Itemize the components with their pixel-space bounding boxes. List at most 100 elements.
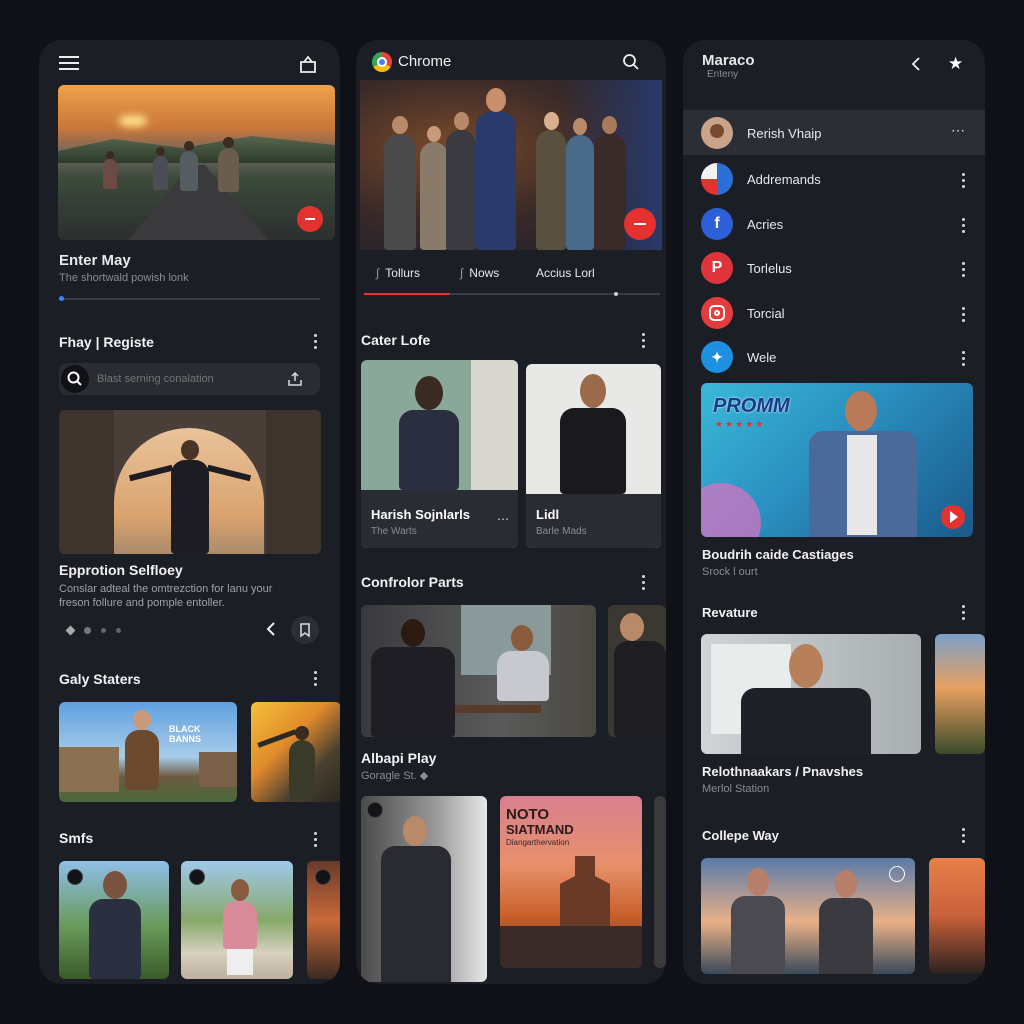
twitter-icon: ✦ <box>701 341 733 373</box>
tab-accius-lorl[interactable]: Accius Lorl <box>536 266 595 280</box>
header-subtitle: Enteny <box>707 69 739 80</box>
tab-tollurs[interactable]: ∫ Tollurs <box>376 266 420 280</box>
middle-panel: Chrome ∫ Tollurs ∫ Nows Accius Lorl Cater … <box>356 40 666 984</box>
hero-image[interactable] <box>360 80 662 250</box>
more-icon[interactable] <box>962 351 966 367</box>
poster-title-line2: SIATMAND <box>506 822 574 837</box>
movie-poster[interactable]: NOTO SIATMAND Diangarthervation <box>500 796 642 968</box>
chevron-left-icon[interactable] <box>265 622 277 636</box>
list-item-label: Torcial <box>747 306 785 321</box>
more-icon[interactable] <box>962 307 966 323</box>
more-icon[interactable] <box>314 832 318 848</box>
bookmark-button[interactable] <box>291 616 319 644</box>
promo-brand: PROMM <box>713 395 790 417</box>
more-icon[interactable]: ⋯ <box>951 122 965 139</box>
card-subtitle: The Warts <box>371 526 417 537</box>
more-icon[interactable] <box>314 671 318 687</box>
card-text: BLACK BANNS <box>169 724 202 744</box>
right-panel: Maraco Enteny ★ Rerish Vhaip ⋯ Addremand… <box>683 40 985 984</box>
carousel-dots[interactable] <box>65 625 121 636</box>
video-thumbnail[interactable] <box>608 605 666 737</box>
tab-underline <box>364 292 660 296</box>
list-item[interactable]: Addremands <box>683 158 985 203</box>
list-item[interactable]: Rerish Vhaip ⋯ <box>683 110 985 155</box>
card-title: Relothnaakars / Pnavshes <box>702 764 864 779</box>
more-icon[interactable] <box>962 605 966 621</box>
thumbnail-card[interactable] <box>307 861 340 979</box>
list-item-label: Rerish Vhaip <box>747 126 822 141</box>
person-card[interactable]: Lidl Barle Mads <box>526 364 661 548</box>
video-thumbnail[interactable] <box>701 858 915 974</box>
section-title: Cater Lofe <box>361 332 431 348</box>
more-icon[interactable] <box>962 828 966 844</box>
poster-subtitle: Diangarthervation <box>506 838 570 847</box>
info-icon[interactable] <box>889 866 905 882</box>
section-title: Revature <box>702 605 758 620</box>
tab-nows[interactable]: ∫ Nows <box>460 266 499 280</box>
list-item[interactable]: P Torlelus <box>683 247 985 292</box>
list-item-label: Addremands <box>747 172 821 187</box>
hero-subtitle: The shortwald powish lonk <box>59 272 189 284</box>
more-icon[interactable] <box>642 575 646 591</box>
video-thumbnail[interactable] <box>935 634 985 754</box>
section-title: Galy Staters <box>59 671 141 687</box>
search-icon[interactable] <box>61 365 89 393</box>
menu-icon[interactable] <box>59 56 79 70</box>
pinterest-icon: P <box>701 252 733 284</box>
more-icon[interactable] <box>642 333 646 349</box>
feature-desc-line2: freson follure and pomple entoller. <box>59 597 225 609</box>
movie-poster[interactable] <box>654 796 666 968</box>
search-icon[interactable] <box>622 53 640 71</box>
section-title: Collepe Way <box>702 828 779 843</box>
more-icon[interactable] <box>962 262 966 278</box>
more-icon[interactable]: ⋯ <box>497 512 509 526</box>
section-subtitle: Goragle St. ◆ <box>361 770 429 782</box>
list-item[interactable]: ✦ Wele <box>683 336 985 381</box>
more-icon[interactable] <box>314 334 318 350</box>
tab-label: Nows <box>469 266 500 280</box>
search-bar[interactable] <box>59 363 320 395</box>
star-icon[interactable]: ★ <box>948 54 963 74</box>
video-thumbnail[interactable] <box>929 858 985 974</box>
video-thumbnail[interactable] <box>701 634 921 754</box>
card-subtitle: Merlol Station <box>702 783 770 795</box>
play-button[interactable] <box>941 505 965 529</box>
more-icon[interactable] <box>962 173 966 189</box>
progress-bar[interactable] <box>59 296 320 301</box>
feature-title: Epprotion Selfloey <box>59 562 183 578</box>
badge-icon <box>315 869 331 885</box>
video-thumbnail[interactable] <box>361 605 596 737</box>
promo-banner[interactable]: PROMM ★★★★★ <box>701 383 973 537</box>
back-icon[interactable] <box>909 56 923 72</box>
badge-icon <box>67 869 83 885</box>
promo-subtitle: Srock l ourt <box>702 566 758 578</box>
poster-title-line1: NOTO <box>506 806 550 823</box>
more-icon[interactable] <box>962 218 966 234</box>
card-subtitle: Barle Mads <box>536 526 587 537</box>
shopping-bag-icon[interactable] <box>299 55 317 73</box>
section-title: Albapi Play <box>361 750 437 766</box>
chrome-icon <box>372 52 392 72</box>
thumbnail-card[interactable]: BLACK BANNS <box>59 702 237 802</box>
hero-image[interactable] <box>58 85 335 240</box>
play-button[interactable] <box>297 206 323 232</box>
list-item-label: Acries <box>747 217 784 232</box>
search-input[interactable] <box>97 363 277 395</box>
feature-image[interactable] <box>59 410 321 554</box>
app-title: Chrome <box>398 53 452 70</box>
tab-label: Tollurs <box>385 266 420 280</box>
instagram-icon <box>701 297 733 329</box>
share-icon[interactable] <box>287 371 303 387</box>
thumbnail-card[interactable] <box>59 861 169 979</box>
tab-icon: ∫ <box>460 266 464 280</box>
thumbnail-card[interactable] <box>251 702 340 802</box>
section-title: Smfs <box>59 830 94 846</box>
movie-poster[interactable] <box>361 796 487 982</box>
person-card[interactable]: Harish Sojnlarls The Warts ⋯ <box>361 360 518 548</box>
thumbnail-card[interactable] <box>181 861 293 979</box>
list-item[interactable]: f Acries <box>683 203 985 248</box>
list-item[interactable]: Torcial <box>683 292 985 337</box>
rating-stars: ★★★★★ <box>715 419 766 429</box>
header-title: Maraco <box>702 52 755 69</box>
play-button[interactable] <box>624 208 656 240</box>
